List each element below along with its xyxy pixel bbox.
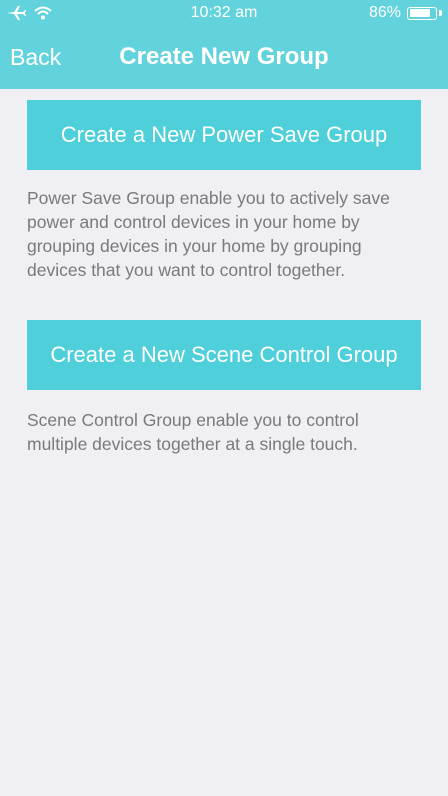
battery-percent: 86% xyxy=(368,4,401,21)
create-power-save-group-button[interactable]: Create a New Power Save Group xyxy=(27,100,421,170)
battery-icon xyxy=(407,6,437,20)
nav-bar: Back Create New Group xyxy=(0,28,448,89)
header: 10:32 am 86% Back Create New Group xyxy=(0,0,448,89)
page-title: Create New Group xyxy=(119,43,329,70)
scene-control-description: Scene Control Group enable you to contro… xyxy=(27,410,359,454)
status-bar: 10:32 am 86% xyxy=(0,0,448,28)
battery-fill xyxy=(409,9,431,17)
power-save-description: Power Save Group enable you to actively … xyxy=(27,188,390,280)
battery-tip xyxy=(439,10,442,16)
status-right: 86% xyxy=(369,4,442,22)
create-scene-control-group-button[interactable]: Create a New Scene Control Group xyxy=(27,320,421,390)
